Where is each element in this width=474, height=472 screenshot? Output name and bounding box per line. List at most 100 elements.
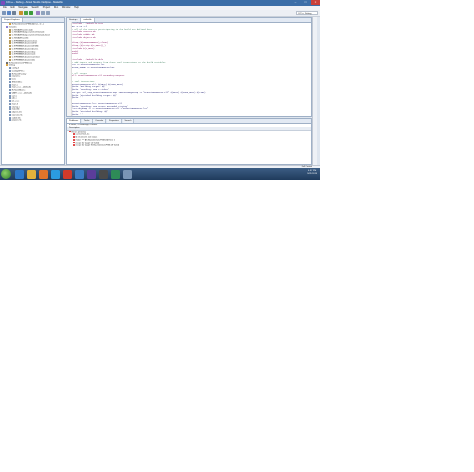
taskbar-clock[interactable]: 4:37 PM 5/21/2019 [307,170,317,176]
file-icon [9,47,11,50]
problem-item[interactable]: recipe for target 'EcNavisDemoCPSM.elf' … [67,144,311,147]
menu-run[interactable]: Run [54,6,58,9]
menu-window[interactable]: Window [62,6,71,9]
new-icon[interactable] [2,11,6,15]
chrome-icon[interactable] [51,169,60,179]
file-icon [9,100,11,102]
search-icon[interactable] [36,11,40,15]
perspective-switcher[interactable]: C/C++ Debug [296,11,318,15]
tree-item[interactable]: project.mk [2,119,64,122]
problem-text: recipe for target 'EcNavisDemoCPSM.elf' … [75,144,120,147]
ide-screenshot: C/C++ - Debug - Atmel Studio / Eclipse -… [0,0,320,180]
folder-taskbar-icon[interactable] [123,169,132,179]
file-icon [9,94,11,97]
tab-tasks[interactable]: Tasks [81,119,93,123]
explorer-icon[interactable] [27,169,36,179]
menu-navigate[interactable]: Navigate [18,6,27,9]
problems-list: Errors (4 items) cannot find -lcc ld retur… [67,130,311,148]
clock-date: 5/21/2019 [307,173,317,175]
tab-console[interactable]: Console [93,119,107,123]
tab-problems[interactable]: Problems [67,119,82,123]
file-icon [9,102,11,105]
ie-icon[interactable] [15,169,24,179]
problems-pane: Problems Tasks Console Properties Search… [66,118,312,165]
file-icon [9,89,11,91]
file-icon [9,105,11,108]
minimize-button[interactable]: – [291,0,300,5]
error-icon [69,130,71,133]
file-icon [9,75,11,78]
window-title: C/C++ - Debug - Atmel Studio / Eclipse -… [6,1,63,4]
file-icon [9,111,11,113]
error-icon [73,138,75,141]
file-icon [9,67,11,69]
file-icon [9,36,11,39]
close-button[interactable]: × [311,0,320,5]
file-icon [9,34,11,36]
debug-icon[interactable] [24,11,28,15]
file-icon [9,53,11,56]
app-icon [1,1,5,5]
maximize-button[interactable]: □ [301,0,310,5]
file-icon [6,64,8,67]
project-explorer: Project Explorer EcNavisDemoCPSM (Active… [1,17,65,165]
code-area[interactable]: -include ../makefile.init RM := rm -rf # A… [67,22,311,118]
ide-taskbar-icon[interactable] [87,169,96,179]
menu-search[interactable]: Search [31,6,39,9]
tab-properties[interactable]: Properties [106,119,122,123]
file-icon [9,72,11,75]
file-icon [9,39,11,42]
file-icon [6,61,8,64]
menu-project[interactable]: Project [43,6,50,9]
tab-search[interactable]: Search [122,119,135,123]
file-icon [9,83,11,86]
file-icon [9,58,11,61]
file-icon [9,80,11,83]
file-icon [9,86,11,89]
file-icon [9,91,11,94]
tab-project-explorer[interactable]: Project Explorer [2,18,23,22]
build-icon[interactable] [19,11,23,15]
file-icon [9,69,11,72]
word-icon[interactable] [75,169,84,179]
forward-icon[interactable] [46,11,50,15]
file-icon [9,42,11,45]
file-icon [9,50,11,53]
error-icon [73,141,75,144]
main-toolbar: C/C++ Debug [0,10,320,17]
right-side-scrollbar[interactable] [312,17,317,165]
code-line: @echo ' ' [72,112,84,116]
start-button[interactable] [1,169,11,179]
media-icon[interactable] [39,169,48,179]
project-tree: EcNavisDemoCPSM (Active - D...) Includes C… [2,23,64,122]
tree-item-label: project.mk [11,119,22,122]
file-icon [9,116,11,119]
file-icon [9,28,11,31]
error-icon [73,144,75,147]
editor-pane: Startup.c makefile -include ../makefile.… [66,17,312,117]
terminal-icon[interactable] [99,169,108,179]
file-icon [9,119,11,122]
back-icon[interactable] [41,11,45,15]
print-icon[interactable] [12,11,16,15]
file-icon [9,31,11,34]
opera-icon[interactable] [63,169,72,179]
app-taskbar-icon[interactable] [111,169,120,179]
problems-tabbar: Problems Tasks Console Properties Search [67,119,311,124]
run-icon[interactable] [29,11,33,15]
file-icon [6,25,8,28]
error-icon [73,133,75,136]
file-icon [9,113,11,116]
error-icon [73,136,75,138]
save-icon[interactable] [7,11,11,15]
file-icon [9,78,11,80]
menu-edit[interactable]: Edit [11,6,15,9]
menu-file[interactable]: File [3,6,7,9]
file-icon [9,108,11,111]
file-icon [9,45,11,47]
file-icon [9,56,11,58]
file-icon [9,23,11,25]
menu-help[interactable]: Help [74,6,79,9]
file-icon [9,97,11,100]
